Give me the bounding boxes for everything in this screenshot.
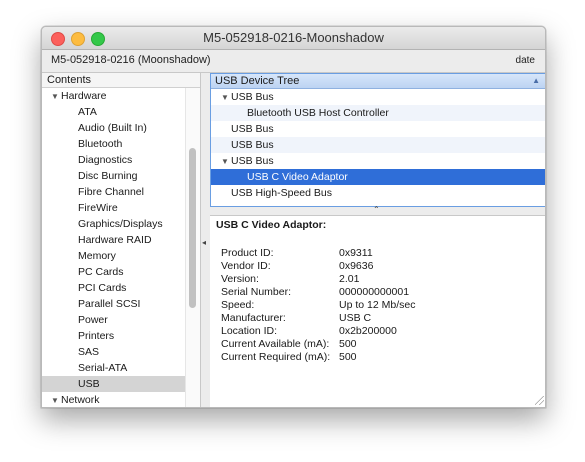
disclosure-triangle-icon[interactable]: ▼ — [51, 89, 61, 105]
detail-value: 0x2b200000 — [339, 325, 397, 337]
detail-key: Manufacturer: — [221, 312, 286, 324]
detail-key: Vendor ID: — [221, 260, 271, 272]
disclosure-triangle-icon[interactable]: ▼ — [221, 90, 231, 106]
title-bar[interactable]: M5-052918-0216-Moonshadow — [42, 27, 545, 50]
sidebar-item-memory[interactable]: Memory — [42, 248, 200, 264]
detail-row: Location ID: 0x2b200000 — [221, 325, 415, 338]
device-tree-row-label: USB Bus — [231, 91, 274, 103]
detail-value: 0x9636 — [339, 260, 374, 272]
detail-value: 2.01 — [339, 273, 360, 285]
detail-row: Current Required (mA): 500 — [221, 351, 415, 364]
detail-key: Speed: — [221, 299, 255, 311]
sidebar-item-graphics-displays[interactable]: Graphics/Displays — [42, 216, 200, 232]
sidebar-item-ata[interactable]: ATA — [42, 104, 200, 120]
detail-key: Current Available (mA): — [221, 338, 330, 350]
detail-row: Serial Number: 000000000001 — [221, 286, 415, 299]
machine-name: M5-052918-0216 (Moonshadow) — [51, 54, 211, 66]
detail-title: USB C Video Adaptor: — [216, 219, 327, 231]
detail-value: 000000000001 — [339, 286, 410, 298]
device-tree-row[interactable]: USB High-Speed Bus — [211, 185, 545, 201]
sidebar-item-label: Network — [61, 394, 100, 406]
disclosure-triangle-icon[interactable]: ▼ — [51, 393, 61, 407]
usb-device-tree: USB Device Tree ▲ ▼ USB Bus Bluetooth USB… — [210, 73, 545, 207]
sidebar-scrollbar[interactable] — [185, 88, 200, 407]
device-tree-row[interactable]: USB Bus — [211, 137, 545, 153]
detail-fields: Product ID: 0x9311 Vendor ID: 0x9636 Versi… — [221, 247, 415, 364]
sidebar-item-serial-ata[interactable]: Serial-ATA — [42, 360, 200, 376]
detail-row: Product ID: 0x9311 — [221, 247, 415, 260]
sidebar-item-firewire[interactable]: FireWire — [42, 200, 200, 216]
info-bar: M5-052918-0216 (Moonshadow) date — [42, 50, 545, 73]
detail-key: Current Required (mA): — [221, 351, 331, 363]
date-button[interactable]: date — [516, 55, 535, 66]
sidebar-scroll-thumb[interactable] — [189, 148, 196, 308]
sidebar-item-parallel-scsi[interactable]: Parallel SCSI — [42, 296, 200, 312]
sidebar-item-pc-cards[interactable]: PC Cards — [42, 264, 200, 280]
sidebar-item-hardware-raid[interactable]: Hardware RAID — [42, 232, 200, 248]
sidebar-item-label: Hardware — [61, 90, 107, 102]
device-tree-row-label: USB Bus — [231, 155, 274, 167]
system-profiler-window: M5-052918-0216-Moonshadow M5-052918-0216… — [41, 26, 546, 408]
device-tree-row[interactable]: ▼ USB Bus — [211, 89, 545, 106]
sidebar-group-network[interactable]: ▼ Network — [42, 392, 200, 407]
detail-row: Manufacturer: USB C — [221, 312, 415, 325]
sidebar-item-disc-burning[interactable]: Disc Burning — [42, 168, 200, 184]
detail-value: 500 — [339, 338, 357, 350]
device-tree-header-label: USB Device Tree — [215, 75, 300, 87]
zoom-button[interactable] — [91, 32, 105, 46]
device-tree-row-selected[interactable]: USB C Video Adaptor — [211, 169, 545, 185]
sidebar-item-usb[interactable]: USB — [42, 376, 200, 392]
sidebar-item-pci-cards[interactable]: PCI Cards — [42, 280, 200, 296]
sidebar-item-audio[interactable]: Audio (Built In) — [42, 120, 200, 136]
sidebar-item-diagnostics[interactable]: Diagnostics — [42, 152, 200, 168]
detail-key: Location ID: — [221, 325, 278, 337]
sidebar-item-bluetooth[interactable]: Bluetooth — [42, 136, 200, 152]
sidebar-item-sas[interactable]: SAS — [42, 344, 200, 360]
detail-row: Vendor ID: 0x9636 — [221, 260, 415, 273]
detail-key: Serial Number: — [221, 286, 292, 298]
detail-row: Version: 2.01 — [221, 273, 415, 286]
sort-ascending-icon[interactable]: ▲ — [532, 74, 540, 88]
sidebar-group-hardware[interactable]: ▼ Hardware — [42, 88, 200, 104]
minimize-button[interactable] — [71, 32, 85, 46]
split-handle-icon[interactable]: ◂ — [202, 238, 206, 247]
detail-row: Speed: Up to 12 Mb/sec — [221, 299, 415, 312]
sidebar-item-printers[interactable]: Printers — [42, 328, 200, 344]
sidebar-item-fibre-channel[interactable]: Fibre Channel — [42, 184, 200, 200]
window-title: M5-052918-0216-Moonshadow — [203, 30, 384, 45]
contents-sidebar: Contents ▼ Hardware ATA Audio (Built In) … — [42, 73, 201, 407]
device-tree-row[interactable]: Bluetooth USB Host Controller — [211, 105, 545, 121]
device-tree-header[interactable]: USB Device Tree ▲ — [211, 74, 545, 89]
detail-value: USB C — [339, 312, 372, 324]
sidebar-header[interactable]: Contents — [42, 73, 200, 88]
detail-key: Version: — [221, 273, 259, 285]
detail-value: 500 — [339, 351, 357, 363]
resize-grip-icon[interactable] — [535, 396, 544, 405]
detail-key: Product ID: — [221, 247, 274, 259]
horizontal-split-handle-icon[interactable]: ⌃ — [373, 205, 380, 214]
detail-value: 0x9311 — [339, 247, 373, 259]
detail-row: Current Available (mA): 500 — [221, 338, 415, 351]
detail-pane: USB C Video Adaptor: Product ID: 0x9311 V… — [210, 215, 545, 407]
sidebar-item-power[interactable]: Power — [42, 312, 200, 328]
disclosure-triangle-icon[interactable]: ▼ — [221, 154, 231, 170]
device-tree-row[interactable]: ▼ USB Bus — [211, 153, 545, 170]
close-button[interactable] — [51, 32, 65, 46]
device-tree-row[interactable]: USB Bus — [211, 121, 545, 137]
detail-value: Up to 12 Mb/sec — [339, 299, 416, 311]
